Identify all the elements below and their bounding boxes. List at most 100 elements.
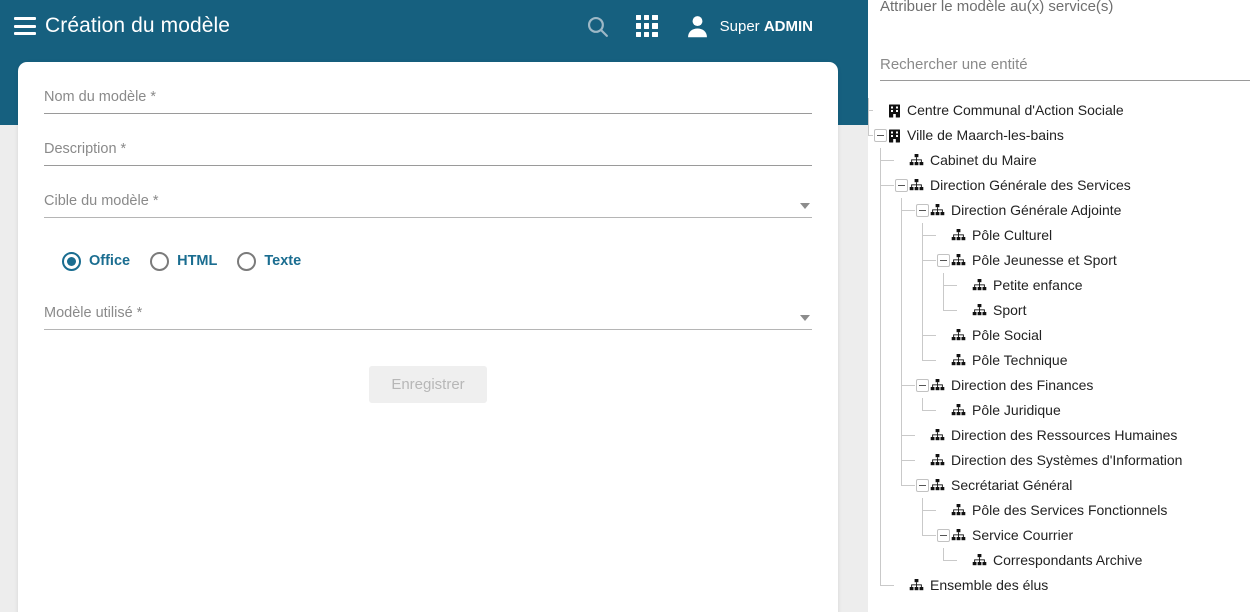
tree-connector <box>901 435 915 436</box>
tree-connector <box>922 260 936 261</box>
org-chart-icon <box>930 429 945 442</box>
tree-collapse-icon[interactable] <box>916 379 929 392</box>
tree-collapse-icon[interactable] <box>937 529 950 542</box>
tree-connector <box>922 335 936 336</box>
tree-item[interactable]: Centre Communal d'Action Sociale <box>868 98 1252 123</box>
tree-item[interactable]: Sport <box>868 298 1252 323</box>
radio-label: HTML <box>177 253 217 269</box>
tree-collapse-icon[interactable] <box>874 129 887 142</box>
tree-item[interactable]: Direction des Finances <box>868 373 1252 398</box>
tree-item[interactable]: Pôle Culturel <box>868 223 1252 248</box>
tree-connector <box>901 385 915 386</box>
tree-connector <box>880 585 894 586</box>
radio-option-texte[interactable]: Texte <box>237 252 301 271</box>
tree-item-label: Direction des Finances <box>951 373 1093 398</box>
tree-connector <box>943 548 944 561</box>
tree-connector <box>922 223 923 361</box>
tree-connector <box>901 198 902 486</box>
tree-item[interactable]: Ville de Maarch-les-bains <box>868 123 1252 148</box>
tree-item-label: Direction des Systèmes d'Information <box>951 448 1182 473</box>
tree-connector <box>880 185 894 186</box>
tree-collapse-icon[interactable] <box>895 179 908 192</box>
org-chart-icon <box>972 554 987 567</box>
tree-collapse-icon[interactable] <box>937 254 950 267</box>
tree-item[interactable]: Correspondants Archive <box>868 548 1252 573</box>
entity-tree: Centre Communal d'Action SocialeVille de… <box>868 98 1252 598</box>
user-name-label: Super ADMIN <box>720 18 813 35</box>
entity-search-field[interactable]: Rechercher une entité <box>880 55 1250 81</box>
hamburger-icon[interactable] <box>14 17 36 35</box>
tree-item[interactable]: Pôle Jeunesse et Sport <box>868 248 1252 273</box>
tree-connector <box>901 485 915 486</box>
tree-item-label: Petite enfance <box>993 273 1083 298</box>
tree-item[interactable]: Pôle Juridique <box>868 398 1252 423</box>
tree-connector <box>880 160 894 161</box>
field-label: Cible du modèle * <box>44 192 812 210</box>
tree-connector <box>868 98 869 136</box>
tree-item-label: Service Courrier <box>972 523 1073 548</box>
tree-item-label: Cabinet du Maire <box>930 148 1037 173</box>
radio-option-office[interactable]: Office <box>62 252 130 271</box>
tree-connector <box>922 498 923 536</box>
field-cible-du-modele[interactable]: Cible du modèle * <box>44 166 812 218</box>
tree-item-label: Direction Générale des Services <box>930 173 1131 198</box>
main-content-area: Création du modèle <box>0 0 868 612</box>
org-chart-icon <box>951 529 966 542</box>
building-icon <box>888 104 901 118</box>
tree-collapse-icon[interactable] <box>916 479 929 492</box>
tree-item[interactable]: Pôle Technique <box>868 348 1252 373</box>
tree-item[interactable]: Direction des Systèmes d'Information <box>868 448 1252 473</box>
tree-item-label: Pôle Social <box>972 323 1042 348</box>
field-label: Description * <box>44 140 812 158</box>
tree-item-label: Pôle des Services Fonctionnels <box>972 498 1167 523</box>
tree-item[interactable]: Pôle des Services Fonctionnels <box>868 498 1252 523</box>
field-underline <box>44 217 812 218</box>
search-icon[interactable] <box>585 14 610 39</box>
org-chart-icon <box>951 329 966 342</box>
save-button[interactable]: Enregistrer <box>369 366 486 403</box>
org-chart-icon <box>930 479 945 492</box>
panel-title: Attribuer le modèle au(x) service(s) <box>880 0 1113 15</box>
radio-indicator[interactable] <box>237 252 256 271</box>
org-chart-icon <box>951 254 966 267</box>
page-title: Création du modèle <box>45 14 230 38</box>
tree-item[interactable]: Service Courrier <box>868 523 1252 548</box>
tree-connector <box>901 460 915 461</box>
tree-item[interactable]: Petite enfance <box>868 273 1252 298</box>
radio-option-html[interactable]: HTML <box>150 252 217 271</box>
user-avatar-icon[interactable] <box>684 13 711 40</box>
field-modele-utilise[interactable]: Modèle utilisé * <box>44 278 812 330</box>
org-chart-icon <box>972 304 987 317</box>
tree-item-label: Direction Générale Adjointe <box>951 198 1121 223</box>
chevron-down-icon[interactable] <box>800 203 810 209</box>
tree-item-label: Secrétariat Général <box>951 473 1072 498</box>
tree-item[interactable]: Pôle Social <box>868 323 1252 348</box>
field-label: Modèle utilisé * <box>44 304 812 322</box>
chevron-down-icon[interactable] <box>800 315 810 321</box>
tree-item[interactable]: Cabinet du Maire <box>868 148 1252 173</box>
grid-apps-icon[interactable] <box>636 15 658 37</box>
field-underline <box>44 329 812 330</box>
org-chart-icon <box>930 204 945 217</box>
radio-indicator[interactable] <box>62 252 81 271</box>
header-actions: Super ADMIN <box>585 13 868 40</box>
tree-connector <box>943 285 957 286</box>
radio-label: Texte <box>264 253 301 269</box>
tree-connector <box>880 148 881 586</box>
tree-item-label: Correspondants Archive <box>993 548 1142 573</box>
org-chart-icon <box>951 404 966 417</box>
tree-item-label: Ensemble des élus <box>930 573 1048 598</box>
radio-indicator[interactable] <box>150 252 169 271</box>
assign-services-panel: Attribuer le modèle au(x) service(s) Rec… <box>868 0 1252 612</box>
org-chart-icon <box>909 579 924 592</box>
tree-connector <box>922 398 923 411</box>
tree-item[interactable]: Direction Générale Adjointe <box>868 198 1252 223</box>
tree-item-label: Direction des Ressources Humaines <box>951 423 1177 448</box>
tree-collapse-icon[interactable] <box>916 204 929 217</box>
tree-item[interactable]: Secrétariat Général <box>868 473 1252 498</box>
tree-item[interactable]: Direction Générale des Services <box>868 173 1252 198</box>
tree-item-label: Ville de Maarch-les-bains <box>907 123 1064 148</box>
tree-item[interactable]: Direction des Ressources Humaines <box>868 423 1252 448</box>
tree-connector <box>943 560 957 561</box>
tree-item[interactable]: Ensemble des élus <box>868 573 1252 598</box>
